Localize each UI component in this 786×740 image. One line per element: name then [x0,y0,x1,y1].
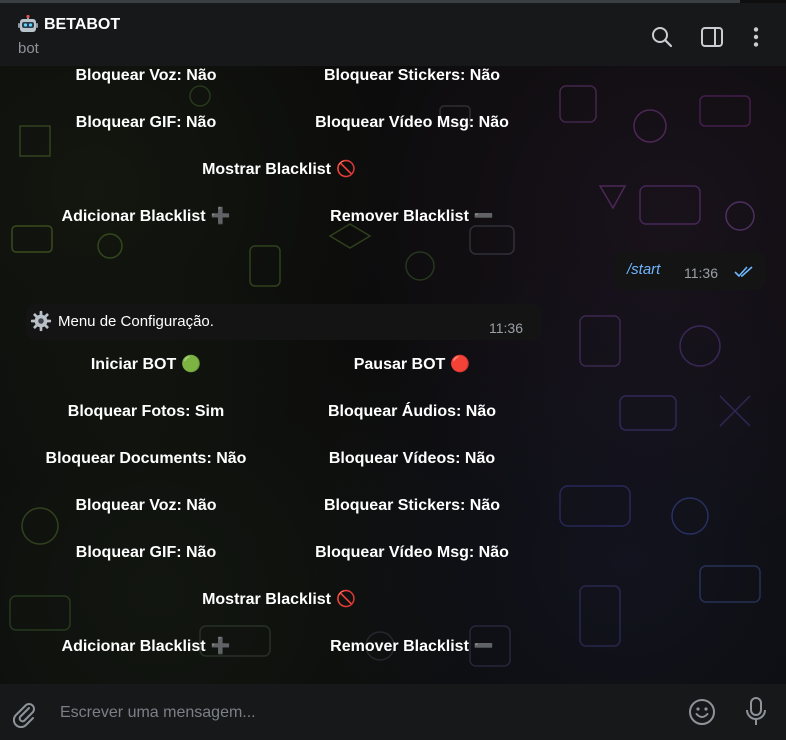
command-link[interactable]: /start [627,261,660,278]
double-check-icon [734,266,753,278]
chat-title-row[interactable]: BETABOT [18,15,120,35]
show-blacklist-button[interactable]: Mostrar Blacklist 🚫 [14,146,544,193]
block-photos-button[interactable]: Bloquear Fotos: Sim [14,388,278,435]
sidebar-toggle-icon[interactable] [700,25,724,49]
button-label: Remover Blacklist [330,638,469,656]
remove-blacklist-button[interactable]: Remover Blacklist ➖ [280,623,544,670]
chat-title: BETABOT [44,16,121,33]
block-audios-button[interactable]: Bloquear Áudios: Não [280,388,544,435]
keyboard-button[interactable]: Bloquear Stickers: Não [280,66,544,99]
message-time: 11:36 [684,265,718,281]
red-circle-icon: 🔴 [450,356,471,374]
gear-icon [30,310,52,332]
plus-icon: ➕ [210,638,231,656]
button-label: Mostrar Blacklist [202,161,331,179]
block-gif-button[interactable]: Bloquear GIF: Não [14,529,278,576]
button-label: Bloquear Voz: Não [75,67,217,85]
keyboard-row: Bloquear Voz: Não Bloquear Stickers: Não [14,482,544,529]
keyboard-row: Bloquear GIF: Não Bloquear Vídeo Msg: Nã… [14,99,544,146]
microphone-icon[interactable] [744,696,768,728]
keyboard-row: Bloquear Voz: Não Bloquear Stickers: Não [14,66,544,99]
keyboard-button[interactable]: Bloquear Vídeo Msg: Não [280,99,544,146]
green-circle-icon: 🟢 [181,356,202,374]
keyboard-row: Bloquear Documents: Não Bloquear Vídeos:… [14,435,544,482]
button-label: Bloquear Áudios: Não [327,403,496,421]
block-documents-button[interactable]: Bloquear Documents: Não [14,435,278,482]
button-label: Bloquear Fotos: Sim [67,403,225,421]
chat-area: Bloquear Voz: Não Bloquear Stickers: Não… [0,66,786,684]
prohibited-icon: 🚫 [336,161,356,179]
pause-bot-button[interactable]: Pausar BOT 🔴 [280,341,544,388]
message-text: Menu de Configuração. [58,313,214,330]
plus-icon: ➕ [210,208,231,226]
button-label: Bloquear Voz: Não [75,497,217,515]
button-label: Bloquear Stickers: Não [323,67,501,85]
start-bot-button[interactable]: Iniciar BOT 🟢 [14,341,278,388]
chat-subtitle: bot [18,40,39,57]
keyboard-row: Mostrar Blacklist 🚫 [14,146,544,193]
button-label: Remover Blacklist [330,208,469,226]
block-videos-button[interactable]: Bloquear Vídeos: Não [280,435,544,482]
button-label: Bloquear Stickers: Não [323,497,501,515]
keyboard-row: Iniciar BOT 🟢 Pausar BOT 🔴 [14,341,544,388]
message-composer [0,684,786,740]
message-time: 11:36 [489,320,523,336]
chat-header: BETABOT bot [0,3,786,66]
add-blacklist-button[interactable]: Adicionar Blacklist ➕ [14,193,278,240]
robot-icon [18,15,38,32]
button-label: Bloquear Documents: Não [45,450,247,468]
button-label: Adicionar Blacklist [61,208,206,226]
button-label: Bloquear Vídeo Msg: Não [315,114,509,132]
add-blacklist-button[interactable]: Adicionar Blacklist ➕ [14,623,278,670]
minus-icon: ➖ [473,638,494,656]
button-label: Pausar BOT [353,356,446,374]
inline-keyboard-previous: Bloquear Voz: Não Bloquear Stickers: Não… [14,66,544,240]
button-label: Bloquear GIF: Não [75,114,217,132]
inline-keyboard: Iniciar BOT 🟢 Pausar BOT 🔴 Bloquear Fotos:… [14,341,544,670]
keyboard-button[interactable]: Bloquear GIF: Não [14,99,278,146]
prohibited-icon: 🚫 [336,591,356,609]
keyboard-row: Adicionar Blacklist ➕ Remover Blacklist ➖ [14,193,544,240]
keyboard-row: Bloquear Fotos: Sim Bloquear Áudios: Não [14,388,544,435]
button-label: Adicionar Blacklist [61,638,206,656]
button-label: Mostrar Blacklist [202,591,331,609]
remove-blacklist-button[interactable]: Remover Blacklist ➖ [280,193,544,240]
block-stickers-button[interactable]: Bloquear Stickers: Não [280,482,544,529]
keyboard-row: Adicionar Blacklist ➕ Remover Blacklist ➖ [14,623,544,670]
paperclip-icon[interactable] [10,700,38,728]
show-blacklist-button[interactable]: Mostrar Blacklist 🚫 [14,576,544,623]
button-label: Iniciar BOT [90,356,177,374]
button-label: Bloquear GIF: Não [75,544,217,562]
block-voice-button[interactable]: Bloquear Voz: Não [14,482,278,529]
incoming-message: Menu de Configuração. 11:36 [26,304,542,340]
emoji-icon[interactable] [688,698,716,726]
block-video-msg-button[interactable]: Bloquear Vídeo Msg: Não [280,529,544,576]
button-label: Bloquear Vídeo Msg: Não [315,544,509,562]
search-icon[interactable] [650,25,674,49]
message-input[interactable] [58,698,622,728]
more-vertical-icon[interactable] [744,25,768,49]
keyboard-row: Mostrar Blacklist 🚫 [14,576,544,623]
outgoing-message: /start 11:36 [614,252,766,290]
keyboard-button[interactable]: Bloquear Voz: Não [14,66,278,99]
keyboard-row: Bloquear GIF: Não Bloquear Vídeo Msg: Nã… [14,529,544,576]
button-label: Bloquear Vídeos: Não [328,450,496,468]
minus-icon: ➖ [473,208,494,226]
